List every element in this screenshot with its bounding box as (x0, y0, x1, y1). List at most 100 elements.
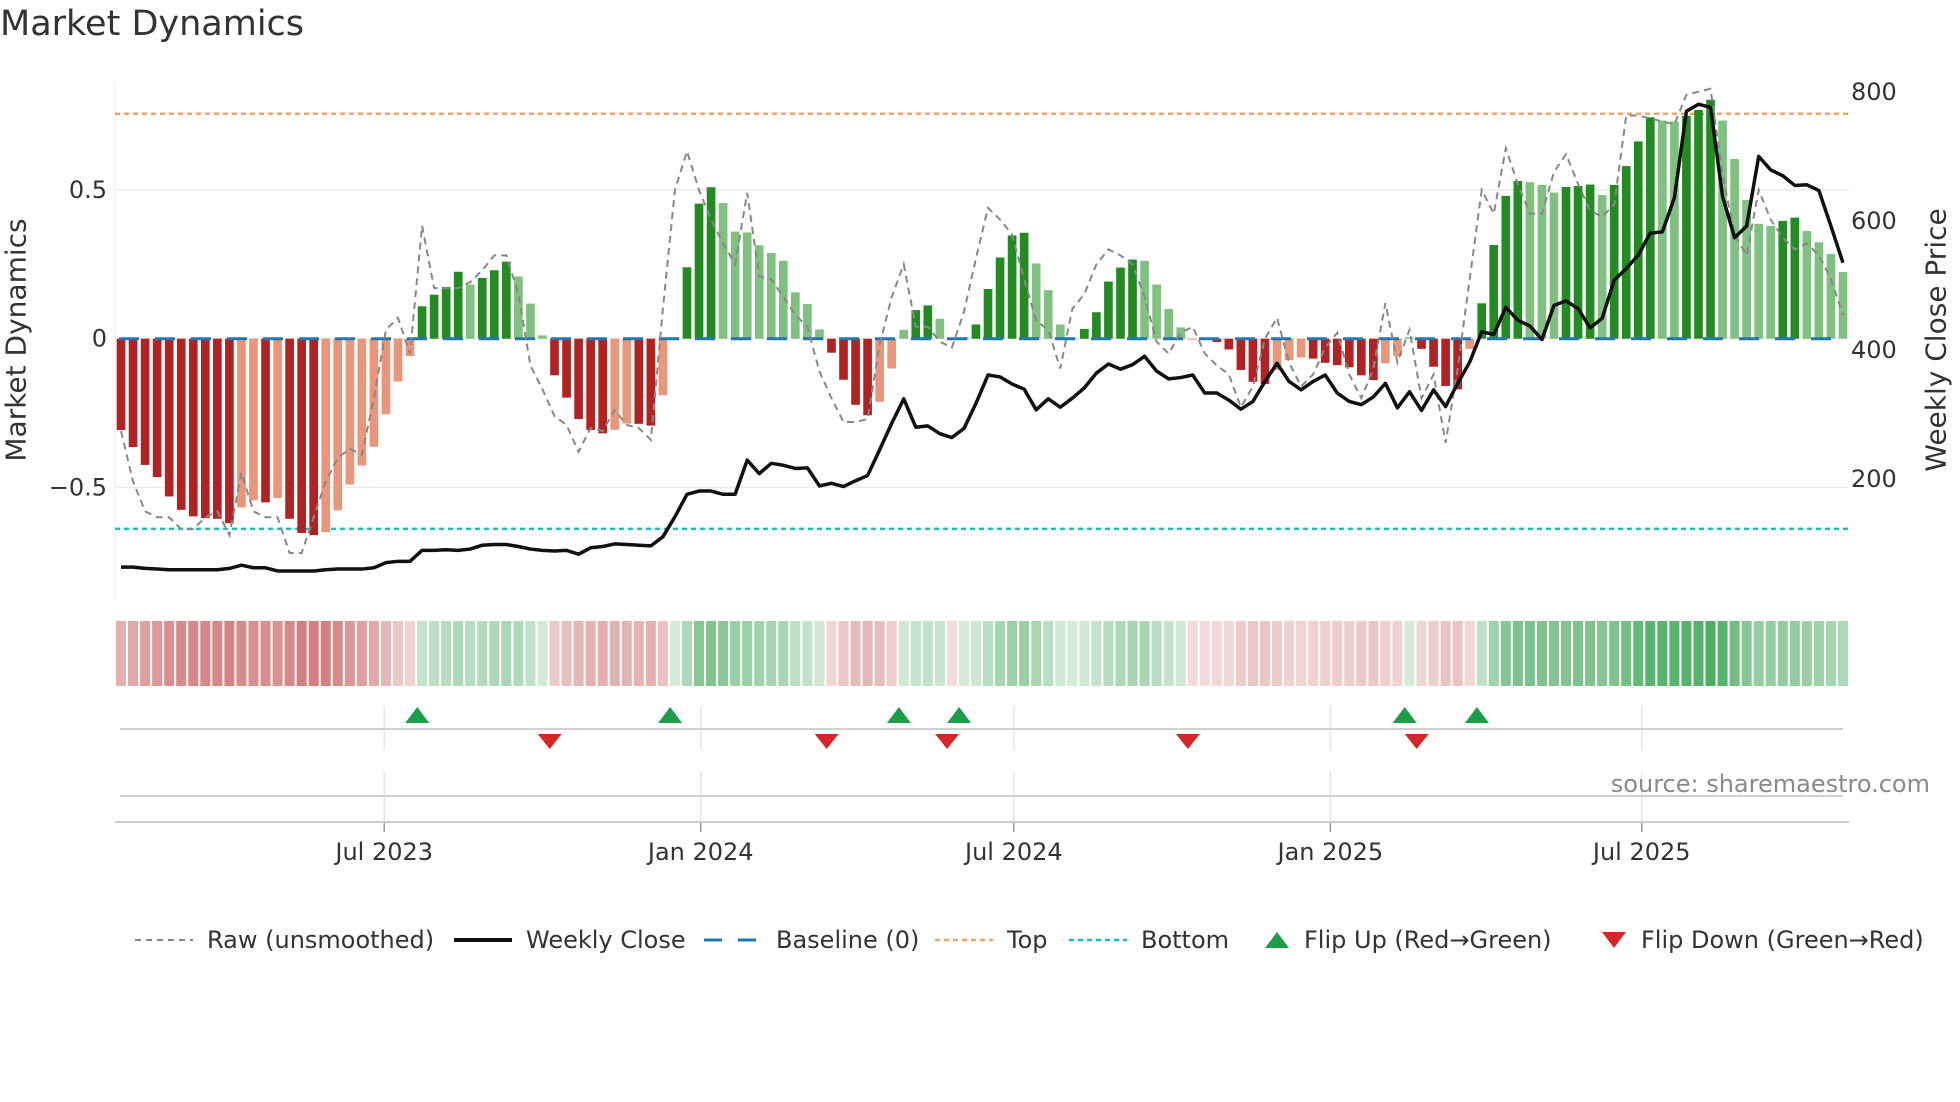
dynamics-bar (429, 294, 439, 339)
dynamics-bar (345, 338, 355, 485)
heat-strip-cell (429, 621, 440, 686)
heat-strip-cell (1500, 621, 1511, 686)
dynamics-bar (1790, 217, 1800, 339)
x-tick-label: Jan 2024 (646, 838, 754, 866)
heat-strip-cell (1813, 621, 1824, 686)
heat-strip-cell (645, 621, 656, 686)
dynamics-bar (1248, 338, 1258, 382)
legend-item-flip-down[interactable]: Flip Down (Green→Red) (1601, 924, 1924, 956)
y-right-tick-label: 800 (1851, 78, 1897, 106)
heat-strip-cell (585, 621, 596, 686)
legend-close-swatch-icon (454, 938, 512, 942)
heat-strip-cell (1801, 621, 1812, 686)
heat-strip-cell (1693, 621, 1704, 686)
flip-up-marker-icon (658, 707, 683, 723)
dynamics-bar (1092, 312, 1101, 339)
heat-strip-cell (164, 621, 175, 686)
dynamics-bar (176, 338, 186, 510)
legend-flip-down-triangle-icon (1602, 932, 1626, 948)
heat-strip-cell (1019, 621, 1030, 686)
heat-strip-cell (1139, 621, 1150, 686)
flip-down-marker-icon (1404, 734, 1429, 749)
heat-strip-cell (1777, 621, 1788, 686)
heat-strip-cell (1548, 621, 1559, 686)
heat-strip-cell (1079, 621, 1090, 686)
dynamics-bar (1778, 220, 1788, 339)
heat-strip-cell (657, 621, 668, 686)
heat-strip-cell (1681, 621, 1692, 686)
heat-strip-cell (272, 621, 283, 686)
source-label: source: sharemaestro.com (1610, 770, 1930, 798)
legend-raw-label: Raw (unsmoothed) (207, 926, 435, 954)
heat-strip-cell (730, 621, 741, 686)
heat-strip-cell (850, 621, 861, 686)
legend-item-top[interactable]: Top (935, 924, 1048, 956)
heat-strip-cell (200, 621, 211, 686)
heat-strip-cell (1392, 621, 1403, 686)
dynamics-bar (622, 338, 632, 424)
dynamics-bar (441, 286, 451, 339)
heat-strip-cell (380, 621, 391, 686)
dynamics-bar (1633, 141, 1643, 339)
dynamics-bar (1043, 290, 1053, 339)
heat-strip-cell (1055, 621, 1066, 686)
legend-item-raw[interactable]: Raw (unsmoothed) (135, 924, 434, 956)
heat-strip-cell (477, 621, 488, 686)
heat-strip-cell (284, 621, 295, 686)
dynamics-bar (778, 260, 788, 339)
heat-strip-cell (1512, 621, 1523, 686)
legend-item-flip-up[interactable]: Flip Up (Red→Green) (1264, 924, 1552, 956)
heat-strip-cell (1561, 621, 1572, 686)
heat-strip-cell (356, 621, 367, 686)
x-tick-label: Jul 2025 (1591, 838, 1691, 866)
heat-strip-cell (1272, 621, 1283, 686)
dynamics-bar (935, 318, 945, 339)
dynamics-bar (1465, 338, 1475, 349)
heat-strip-cell (465, 621, 476, 686)
heat-strip-cell (332, 621, 343, 686)
dynamics-bar (1826, 253, 1836, 339)
heat-strip-cell (1043, 621, 1054, 686)
heat-strip-cell (1476, 621, 1487, 686)
heat-strip-cell (934, 621, 945, 686)
dynamics-bar (887, 338, 897, 369)
heat-strip-cell (910, 621, 921, 686)
heat-strip-cell (681, 621, 692, 686)
heat-strip-cell (116, 621, 127, 686)
heat-strip-cell (152, 621, 163, 686)
dynamics-bar (742, 232, 752, 339)
flip-up-marker-icon (1392, 707, 1417, 723)
legend-item-baseline[interactable]: Baseline (0) (704, 924, 919, 956)
heat-strip-cell (609, 621, 620, 686)
heat-strip-cell (392, 621, 403, 686)
heat-strip-cell (1597, 621, 1608, 686)
heat-strip-cell (1428, 621, 1439, 686)
heat-strip-cell (1609, 621, 1620, 686)
heat-strip-cell (1524, 621, 1535, 686)
heat-strip-cell (995, 621, 1006, 686)
heat-strip-cell (1464, 621, 1475, 686)
dynamics-bar (1429, 338, 1438, 367)
heat-strip-cell (501, 621, 512, 686)
legend-item-bottom[interactable]: Bottom (1069, 924, 1229, 956)
dynamics-bar (164, 338, 174, 497)
dynamics-bar (200, 338, 210, 519)
heat-strip-cell (1356, 621, 1367, 686)
heat-strip-cell (1488, 621, 1499, 686)
heat-strip-cell (260, 621, 271, 686)
heat-strip-cell (633, 621, 644, 686)
heat-strip-cell (1127, 621, 1138, 686)
dynamics-bar (502, 261, 511, 339)
legend-close-label: Weekly Close (526, 926, 686, 954)
legend-raw-swatch-icon (135, 939, 193, 941)
heat-strip-cell (1320, 621, 1331, 686)
heat-strip-cell (621, 621, 632, 686)
dynamics-bar (116, 338, 126, 431)
heat-strip-cell (513, 621, 524, 686)
heat-strip-cell (1753, 621, 1764, 686)
legend-item-close[interactable]: Weekly Close (454, 924, 686, 956)
heat-strip-cell (1368, 621, 1379, 686)
dynamics-bar (1284, 338, 1294, 361)
heat-strip-cell (1332, 621, 1343, 686)
heat-strip-cell (1115, 621, 1126, 686)
